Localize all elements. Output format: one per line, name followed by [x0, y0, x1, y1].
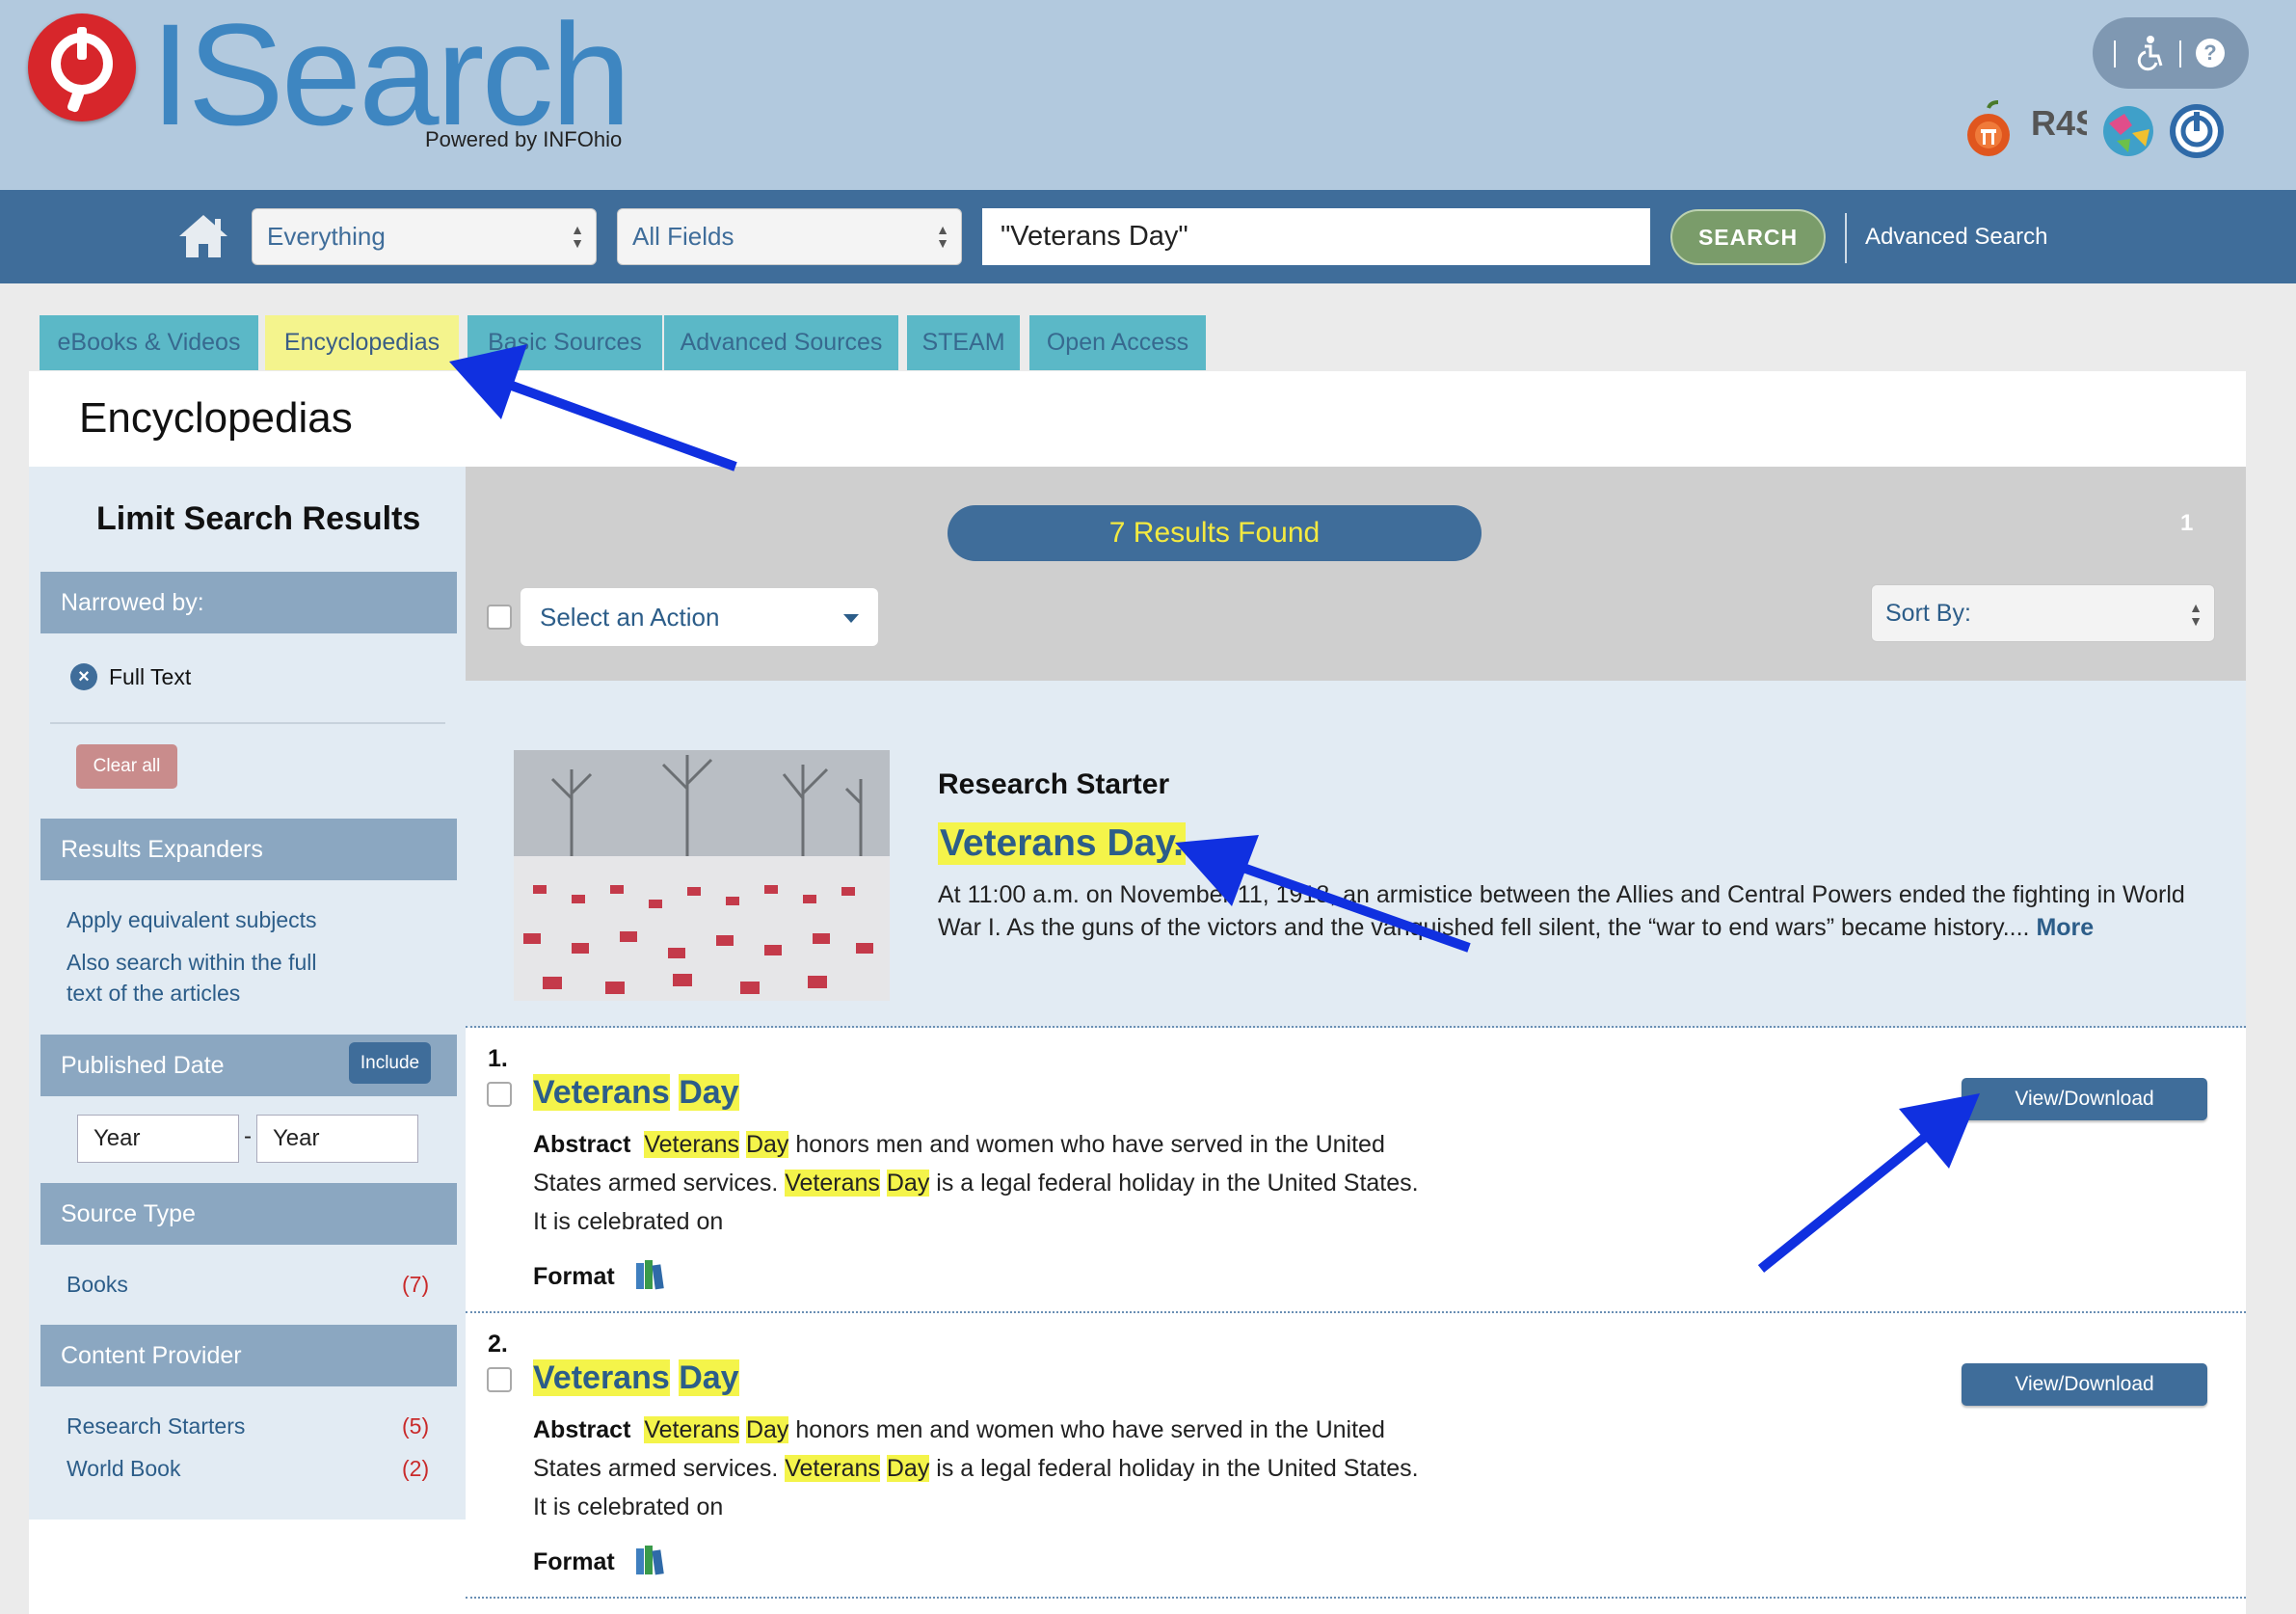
field-select[interactable]: All Fields ▲ ▼ [617, 208, 962, 265]
starter-thumbnail[interactable] [514, 750, 890, 1001]
tab-ebooks-videos[interactable]: eBooks & Videos [40, 315, 258, 370]
provider-world-book-count: (2) [402, 1456, 430, 1481]
search-input[interactable]: "Veterans Day" [982, 208, 1650, 265]
narrowed-by-header: Narrowed by: [40, 572, 457, 633]
highlight: Day [886, 1170, 930, 1197]
result-abstract: Abstract Veterans Day honors men and wom… [533, 1411, 1420, 1526]
provider-research-starters-count: (5) [402, 1413, 430, 1439]
divider [50, 722, 445, 724]
highlight: Day [745, 1416, 789, 1443]
tab-advanced-sources[interactable]: Advanced Sources [664, 315, 898, 370]
book-format-icon [635, 1545, 664, 1575]
year-dash: - [244, 1123, 252, 1149]
year-from-input[interactable]: Year [77, 1115, 239, 1163]
chevron-down-icon [843, 614, 859, 623]
isearch-logo-icon[interactable] [28, 13, 136, 121]
results-expanders-header[interactable]: Results Expanders [40, 819, 457, 880]
highlight: Veterans [785, 1455, 880, 1482]
research-starter-label: Research Starter [938, 768, 1170, 800]
highlight: Veterans [644, 1131, 740, 1158]
narrowed-item-full-text: Full Text [109, 664, 192, 689]
results-found-badge: 7 Results Found [948, 505, 1482, 561]
action-select[interactable]: Select an Action [521, 588, 878, 646]
logo-subtitle: Powered by INFOhio [425, 127, 623, 151]
tab-basic-sources[interactable]: Basic Sources [467, 315, 662, 370]
expander-full-text[interactable]: Also search within the full text of the … [67, 947, 346, 1009]
starter-text: At 11:00 a.m. on November 11, 1918, an a… [938, 881, 2185, 941]
title-word: Day [679, 1359, 739, 1396]
utility-pill [2093, 17, 2249, 89]
result-checkbox[interactable] [487, 1367, 512, 1392]
highlight: Veterans [644, 1416, 740, 1443]
abstract-label: Abstract [533, 1416, 631, 1443]
select-arrows-icon: ▲ ▼ [571, 222, 584, 251]
infohio-apple-icon[interactable] [1960, 100, 2017, 158]
title-word: Veterans [533, 1359, 670, 1396]
result-number: 2. [488, 1331, 508, 1358]
source-books-count: (7) [402, 1272, 430, 1297]
help-icon[interactable]: ? [2196, 39, 2225, 67]
select-arrows-icon: ▲ ▼ [2189, 600, 2203, 629]
accessibility-icon[interactable] [2129, 31, 2172, 73]
search-button[interactable]: SEARCH [1670, 209, 1826, 265]
expander-equivalent-subjects[interactable]: Apply equivalent subjects [67, 904, 317, 935]
r4s-label: R4S [2031, 103, 2087, 143]
select-arrows-icon: ▲ ▼ [936, 222, 949, 251]
research-starter-title-link[interactable]: Veterans Day. [938, 822, 1186, 865]
advanced-search-link[interactable]: Advanced Search [1865, 224, 2047, 251]
remove-filter-icon[interactable]: × [70, 663, 97, 690]
page-number[interactable]: 1 [2180, 510, 2193, 537]
action-select-value: Select an Action [540, 603, 720, 632]
book-format-icon [635, 1259, 664, 1290]
view-download-button[interactable]: View/Download [1962, 1078, 2207, 1120]
select-all-checkbox[interactable] [487, 605, 512, 630]
result-number: 1. [488, 1045, 508, 1072]
more-link[interactable]: More [2036, 914, 2094, 941]
result-title-link[interactable]: Veterans Day [533, 1074, 739, 1112]
sort-select[interactable]: Sort By: ▲ ▼ [1871, 584, 2215, 642]
provider-world-book-link[interactable]: World Book [67, 1453, 180, 1484]
logo-text: ISearch [150, 0, 631, 155]
content-provider-header[interactable]: Content Provider [40, 1325, 457, 1386]
result-title-link[interactable]: Veterans Day [533, 1359, 739, 1397]
title-word: Day [679, 1074, 739, 1111]
format-label: Format [533, 1263, 615, 1290]
tab-encyclopedias[interactable]: Encyclopedias [265, 315, 459, 370]
year-to-input[interactable]: Year [256, 1115, 418, 1163]
result-checkbox[interactable] [487, 1082, 512, 1107]
include-button[interactable]: Include [349, 1042, 431, 1084]
power-icon[interactable] [2168, 100, 2226, 158]
r4s-icon[interactable]: R4S [2029, 100, 2098, 158]
view-download-button[interactable]: View/Download [1962, 1363, 2207, 1406]
divider [1845, 213, 1847, 263]
results-toolbar [466, 467, 2246, 681]
sidebar-title: Limit Search Results [96, 500, 421, 537]
source-type-header[interactable]: Source Type [40, 1183, 457, 1245]
page-title: Encyclopedias [79, 394, 353, 442]
research-starter-summary: At 11:00 a.m. on November 11, 1918, an a… [938, 878, 2201, 944]
scope-select[interactable]: Everything ▲ ▼ [252, 208, 597, 265]
scope-select-value: Everything [267, 222, 386, 251]
highlight: Day [745, 1131, 789, 1158]
provider-research-starters-link[interactable]: Research Starters [67, 1411, 245, 1441]
title-word: Veterans [533, 1074, 670, 1111]
field-select-value: All Fields [632, 222, 734, 251]
sort-select-value: Sort By: [1885, 600, 1971, 627]
highlight: Day [886, 1455, 930, 1482]
home-icon[interactable] [175, 211, 231, 266]
source-books-link[interactable]: Books [67, 1269, 128, 1300]
search-bar: Everything ▲ ▼ All Fields ▲ ▼ "Veterans Da… [0, 190, 2296, 283]
format-label: Format [533, 1548, 615, 1575]
highlight: Veterans [785, 1170, 880, 1197]
result-abstract: Abstract Veterans Day honors men and wom… [533, 1125, 1420, 1241]
tab-steam[interactable]: STEAM [907, 315, 1020, 370]
globe-icon[interactable] [2099, 100, 2157, 158]
tab-open-access[interactable]: Open Access [1029, 315, 1206, 370]
abstract-label: Abstract [533, 1131, 631, 1158]
clear-all-button[interactable]: Clear all [76, 744, 177, 789]
